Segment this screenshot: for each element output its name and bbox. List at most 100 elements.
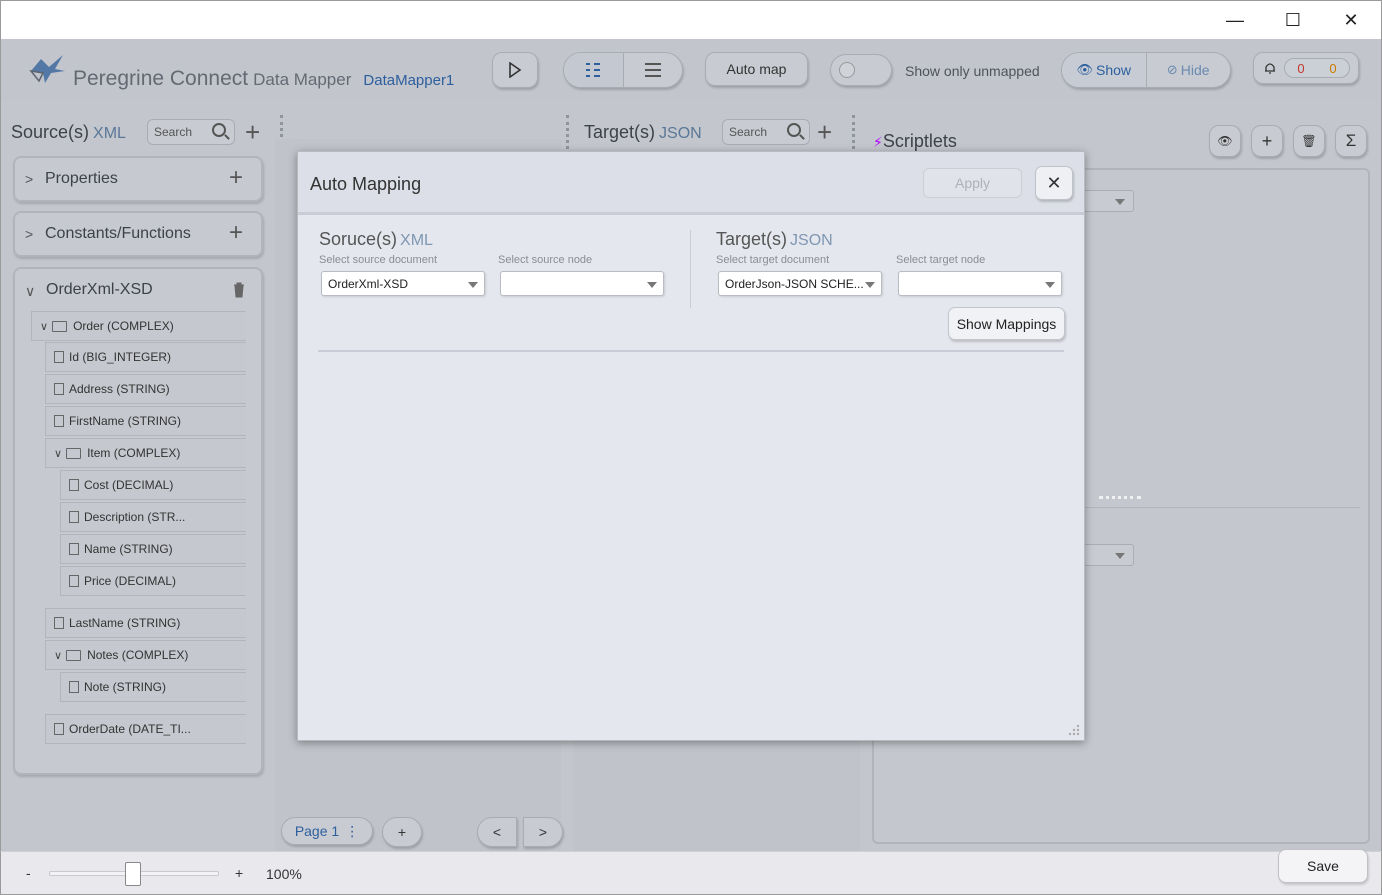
scriptlet-select-bottom[interactable] bbox=[1082, 544, 1134, 566]
scriptlet-select-top[interactable] bbox=[1082, 190, 1134, 212]
add-source-button[interactable]: + bbox=[245, 119, 260, 145]
tree-row[interactable]: Address (STRING) bbox=[45, 374, 246, 404]
section-divider bbox=[690, 230, 691, 308]
target-pane-resize-handle[interactable] bbox=[566, 115, 570, 149]
tree-view-icon bbox=[586, 63, 601, 77]
source-document-value: OrderXml-XSD bbox=[328, 277, 409, 291]
tree-row[interactable]: ∨ Order (COMPLEX) bbox=[31, 311, 246, 341]
show-button[interactable]: 👁 Show bbox=[1062, 53, 1146, 87]
tree-row-label: FirstName (STRING) bbox=[69, 414, 181, 428]
dialog-close-button[interactable]: ✕ bbox=[1035, 166, 1073, 200]
page-tab[interactable]: Page 1 ⋮ bbox=[281, 817, 373, 845]
play-icon bbox=[509, 62, 522, 78]
target-node-select[interactable] bbox=[898, 271, 1062, 296]
file-icon bbox=[54, 415, 64, 427]
source-document-select[interactable]: OrderXml-XSD bbox=[321, 271, 485, 296]
tree-row[interactable]: ∨ Notes (COMPLEX) bbox=[45, 640, 246, 670]
tree-row[interactable]: Name (STRING) bbox=[60, 534, 246, 564]
source-node-field-label: Select source node bbox=[498, 254, 593, 266]
chevron-down-icon[interactable]: ∨ bbox=[54, 649, 62, 662]
minimize-button[interactable]: — bbox=[1206, 1, 1264, 40]
list-view-button[interactable] bbox=[622, 53, 683, 87]
target-search-placeholder: Search bbox=[729, 125, 768, 139]
tree-row-label: OrderDate (DATE_TI... bbox=[69, 722, 191, 736]
next-page-button[interactable]: > bbox=[523, 817, 563, 847]
chevron-down-icon[interactable]: ∨ bbox=[54, 447, 62, 460]
eye-icon: 👁 bbox=[1217, 134, 1233, 148]
show-only-unmapped-toggle[interactable] bbox=[830, 54, 892, 86]
close-window-button[interactable]: ✕ bbox=[1322, 1, 1380, 40]
add-page-button[interactable]: + bbox=[382, 817, 422, 847]
hide-button[interactable]: ⊘ Hide bbox=[1145, 53, 1231, 87]
document-name[interactable]: DataMapper1 bbox=[363, 72, 454, 89]
tree-row-label: Note (STRING) bbox=[84, 680, 167, 694]
tree-row[interactable]: ∨ Item (COMPLEX) bbox=[45, 438, 246, 468]
splitter-handle[interactable] bbox=[1099, 496, 1141, 504]
zoom-in-button[interactable]: + bbox=[235, 865, 243, 881]
tree-row[interactable]: FirstName (STRING) bbox=[45, 406, 246, 436]
add-scriptlet-button[interactable]: + bbox=[1251, 125, 1283, 157]
chevron-down-icon bbox=[865, 282, 875, 288]
tree-row[interactable]: Price (DECIMAL) bbox=[60, 566, 246, 596]
target-pane-title: Target(s) JSON bbox=[584, 122, 702, 143]
maximize-button[interactable]: ☐ bbox=[1264, 1, 1322, 40]
search-icon bbox=[212, 123, 226, 137]
tree-row-label: Name (STRING) bbox=[84, 542, 173, 556]
tree-view-button[interactable] bbox=[564, 53, 623, 87]
sigma-icon: Σ bbox=[1345, 131, 1357, 150]
trash-icon[interactable] bbox=[233, 282, 245, 298]
source-node-select[interactable] bbox=[500, 271, 664, 296]
view-scriptlet-button[interactable]: 👁 bbox=[1209, 125, 1241, 157]
search-icon bbox=[787, 123, 801, 137]
auto-map-button[interactable]: Auto map bbox=[705, 52, 808, 86]
target-search-input[interactable]: Search bbox=[722, 119, 810, 145]
add-constant-button[interactable]: + bbox=[229, 221, 243, 245]
source-section-title-text: Soruce(s) bbox=[319, 229, 398, 249]
source-kind: XML bbox=[93, 125, 126, 142]
tree-row[interactable]: LastName (STRING) bbox=[45, 608, 246, 638]
show-label: Show bbox=[1095, 62, 1132, 78]
error-count: 0 bbox=[1297, 60, 1305, 76]
target-kind: JSON bbox=[659, 125, 702, 142]
target-document-select[interactable]: OrderJson-JSON SCHE... bbox=[718, 271, 882, 296]
file-icon bbox=[54, 383, 64, 395]
sigma-button[interactable]: Σ bbox=[1335, 125, 1367, 157]
properties-section[interactable]: > Properties + bbox=[13, 156, 263, 202]
brand-subtitle: Data Mapper bbox=[253, 70, 352, 89]
resize-grip-icon[interactable] bbox=[1068, 724, 1080, 736]
file-icon bbox=[54, 723, 64, 735]
chevron-down-icon[interactable]: ∨ bbox=[40, 320, 48, 333]
auto-mapping-dialog: Auto Mapping Apply ✕ Soruce(s) XML Select… bbox=[297, 151, 1085, 741]
delete-scriptlet-button[interactable]: 🗑 bbox=[1293, 125, 1325, 157]
show-mappings-button[interactable]: Show Mappings bbox=[948, 307, 1065, 340]
add-target-button[interactable]: + bbox=[817, 119, 832, 145]
target-node-field-label: Select target node bbox=[896, 254, 986, 266]
maximize-icon: ☐ bbox=[1284, 10, 1302, 30]
add-property-button[interactable]: + bbox=[229, 166, 243, 190]
source-section-kind: XML bbox=[400, 232, 433, 249]
zoom-slider-thumb[interactable] bbox=[125, 862, 141, 886]
tree-row[interactable]: Cost (DECIMAL) bbox=[60, 470, 246, 500]
source-search-input[interactable]: Search bbox=[147, 119, 235, 145]
zoom-value: 100% bbox=[266, 866, 302, 882]
scriptlet-pane-resize-handle[interactable] bbox=[852, 115, 856, 149]
save-button[interactable]: Save bbox=[1278, 849, 1368, 883]
status-bar: - + 100% bbox=[0, 851, 1382, 895]
constants-label: Constants/Functions bbox=[45, 225, 191, 242]
run-button[interactable] bbox=[492, 52, 538, 88]
chevron-down-icon[interactable]: ∨ bbox=[25, 283, 35, 300]
results-divider bbox=[318, 350, 1064, 352]
tree-row[interactable]: Description (STR... bbox=[60, 502, 246, 532]
dialog-header: Auto Mapping Apply ✕ bbox=[298, 152, 1084, 215]
tree-row[interactable]: Id (BIG_INTEGER) bbox=[45, 342, 246, 372]
chevron-right-icon: > bbox=[25, 171, 34, 187]
zoom-out-button[interactable]: - bbox=[26, 865, 31, 881]
notifications-button[interactable]: 0 0 bbox=[1253, 52, 1359, 84]
tree-row[interactable]: Note (STRING) bbox=[60, 672, 246, 702]
file-icon bbox=[54, 351, 64, 363]
tree-row[interactable]: OrderDate (DATE_TI... bbox=[45, 714, 246, 744]
prev-page-button[interactable]: < bbox=[477, 817, 517, 847]
apply-button[interactable]: Apply bbox=[923, 168, 1022, 198]
page-menu-icon[interactable]: ⋮ bbox=[345, 823, 359, 840]
constants-section[interactable]: > Constants/Functions + bbox=[13, 211, 263, 257]
